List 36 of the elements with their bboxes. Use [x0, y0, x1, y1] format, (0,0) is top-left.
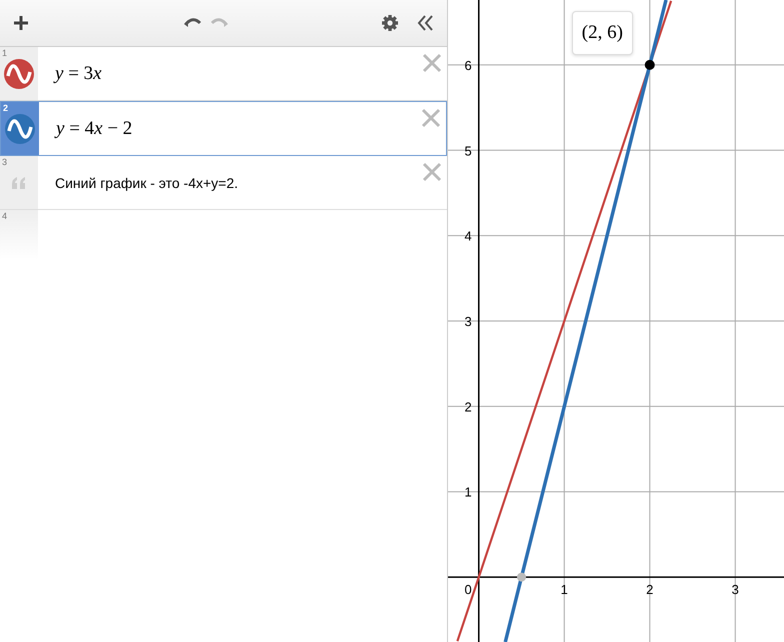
collapse-icon	[417, 14, 435, 32]
x-tick-label: 2	[646, 582, 654, 598]
settings-icon	[381, 14, 399, 32]
y-tick-label: 4	[464, 228, 472, 244]
graph-plot[interactable]: 1 2 3 1 2 3 4 5 6 0 (2, 6)	[448, 0, 784, 642]
close-icon	[421, 108, 441, 128]
intersection-point[interactable]	[644, 60, 655, 70]
origin-label: 0	[464, 582, 472, 598]
add-icon	[12, 14, 30, 32]
y-tick-label: 5	[464, 143, 472, 158]
expression-row[interactable]: 4	[0, 210, 447, 260]
x-tick-label: 1	[560, 582, 568, 598]
intercept-point[interactable]	[517, 572, 526, 582]
expression-row[interactable]: 3 Синий график - это -4x+y=2.	[0, 156, 447, 210]
row-number: 4	[2, 211, 8, 221]
expression-formula[interactable]: y = 3x	[55, 62, 102, 84]
expression-formula[interactable]: y = 4x − 2	[56, 118, 132, 140]
function-line[interactable]	[456, 0, 672, 642]
graph-style-icon[interactable]	[4, 58, 34, 88]
y-tick-label: 6	[464, 58, 472, 73]
y-tick-label: 3	[464, 314, 472, 329]
close-icon	[422, 162, 442, 182]
steep-function-line[interactable]	[504, 0, 668, 642]
graph-style-icon[interactable]	[5, 114, 35, 144]
quote-icon	[11, 176, 27, 188]
x-tick-label: 3	[732, 582, 739, 598]
y-tick-label: 1	[464, 484, 472, 500]
close-icon	[422, 53, 442, 73]
note-text[interactable]: Синий график - это -4x+y=2.	[55, 174, 238, 190]
y-tick-label: 2	[464, 399, 472, 414]
row-number: 2	[3, 103, 8, 113]
row-number: 3	[2, 157, 8, 167]
expression-row[interactable]: 2 y = 4x − 2	[0, 101, 447, 156]
point-label: (2, 6)	[572, 10, 633, 55]
row-number: 1	[2, 48, 8, 58]
expression-row[interactable]: 1 y = 3x	[0, 47, 447, 101]
